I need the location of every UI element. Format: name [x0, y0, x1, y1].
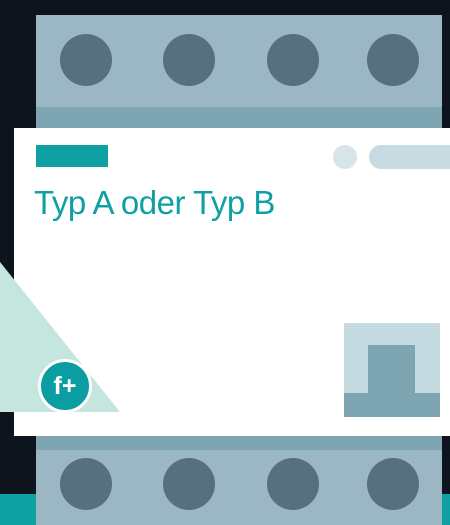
terminal-bottom-3 — [267, 458, 319, 510]
terminal-bottom-2 — [163, 458, 215, 510]
terminal-top-4 — [367, 34, 419, 86]
status-dot — [333, 145, 357, 169]
switch-lever[interactable] — [368, 345, 415, 405]
f-plus-badge: f+ — [38, 359, 92, 413]
terminal-bottom-1 — [60, 458, 112, 510]
status-pill — [369, 145, 450, 169]
terminal-top-2 — [163, 34, 215, 86]
terminal-bottom-4 — [367, 458, 419, 510]
terminal-top-3 — [267, 34, 319, 86]
